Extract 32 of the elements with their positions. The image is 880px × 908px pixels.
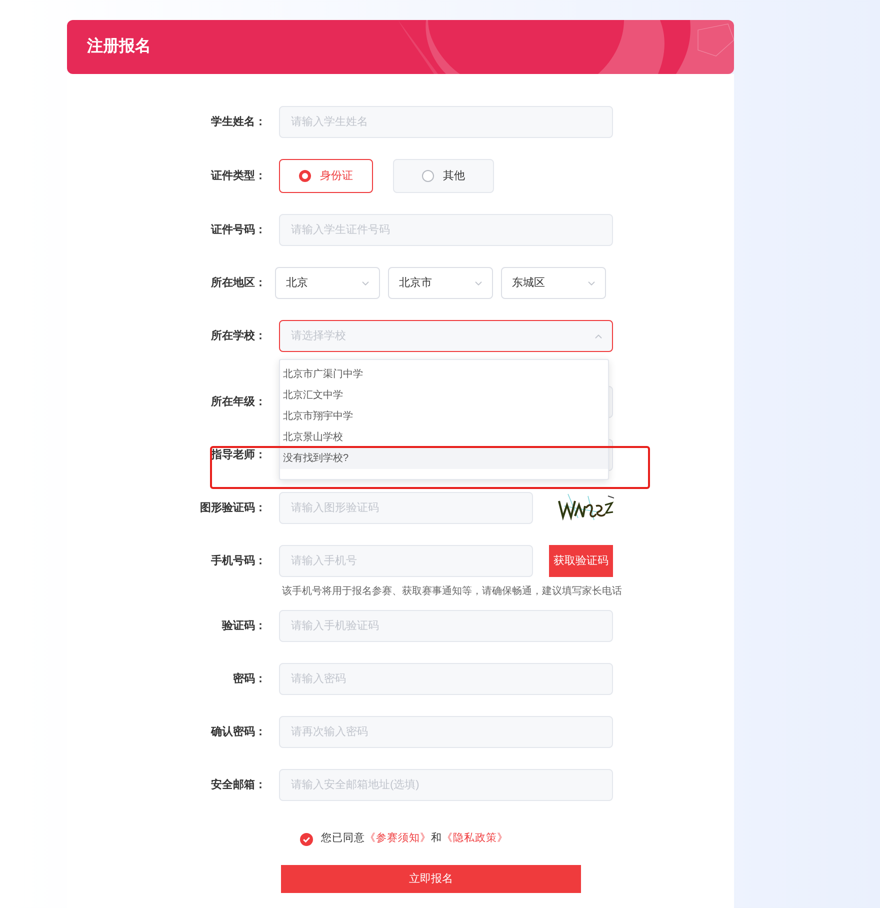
region-select[interactable]: 北京 bbox=[275, 267, 380, 299]
agreement-text: 您已同意《参赛须知》和《隐私政策》 bbox=[321, 831, 508, 846]
field-label: 学生姓名： bbox=[211, 114, 266, 130]
agreement-link[interactable]: 《参赛须知》 bbox=[365, 832, 431, 844]
radio-icon bbox=[422, 170, 434, 182]
school-option[interactable]: 北京市翔宇中学 bbox=[280, 406, 608, 427]
region-select[interactable]: 东城区 bbox=[501, 267, 606, 299]
school-option[interactable]: 北京市广渠门中学 bbox=[280, 364, 608, 385]
header-title: 注册报名 bbox=[87, 36, 151, 57]
submit-button[interactable]: 立即报名 bbox=[281, 865, 581, 893]
check-circle-icon[interactable] bbox=[300, 832, 313, 846]
id-type-option[interactable]: 身份证 bbox=[279, 159, 373, 193]
field-label: 所在学校： bbox=[211, 328, 266, 344]
field-label: 密码： bbox=[233, 672, 266, 687]
field-label: 手机号码： bbox=[211, 554, 266, 569]
school-option[interactable]: 没有找到学校? bbox=[280, 448, 608, 469]
get-code-button[interactable]: 获取验证码 bbox=[549, 545, 613, 577]
school-option[interactable]: 北京景山学校 bbox=[280, 427, 608, 448]
field-label: 验证码： bbox=[222, 618, 266, 634]
radio-checked-icon bbox=[299, 170, 311, 182]
field-label: 安全邮箱： bbox=[211, 778, 266, 793]
id-type-option[interactable]: 其他 bbox=[393, 159, 494, 193]
field-label: 证件号码： bbox=[211, 222, 266, 238]
field-label: 确认密码： bbox=[211, 724, 266, 740]
field-label: 证件类型： bbox=[211, 168, 266, 184]
region-select[interactable]: 北京市 bbox=[388, 267, 493, 299]
field-label: 所在地区： bbox=[211, 276, 266, 291]
agreement-link[interactable]: 《隐私政策》 bbox=[442, 832, 508, 844]
field-label: 图形验证码： bbox=[200, 500, 266, 516]
phone-hint: 该手机号将用于报名参赛、获取赛事通知等，请确保畅通，建议填写家长电话 bbox=[282, 585, 622, 599]
school-option[interactable]: 北京汇文中学 bbox=[280, 385, 608, 406]
field-label: 所在年级： bbox=[211, 394, 266, 410]
